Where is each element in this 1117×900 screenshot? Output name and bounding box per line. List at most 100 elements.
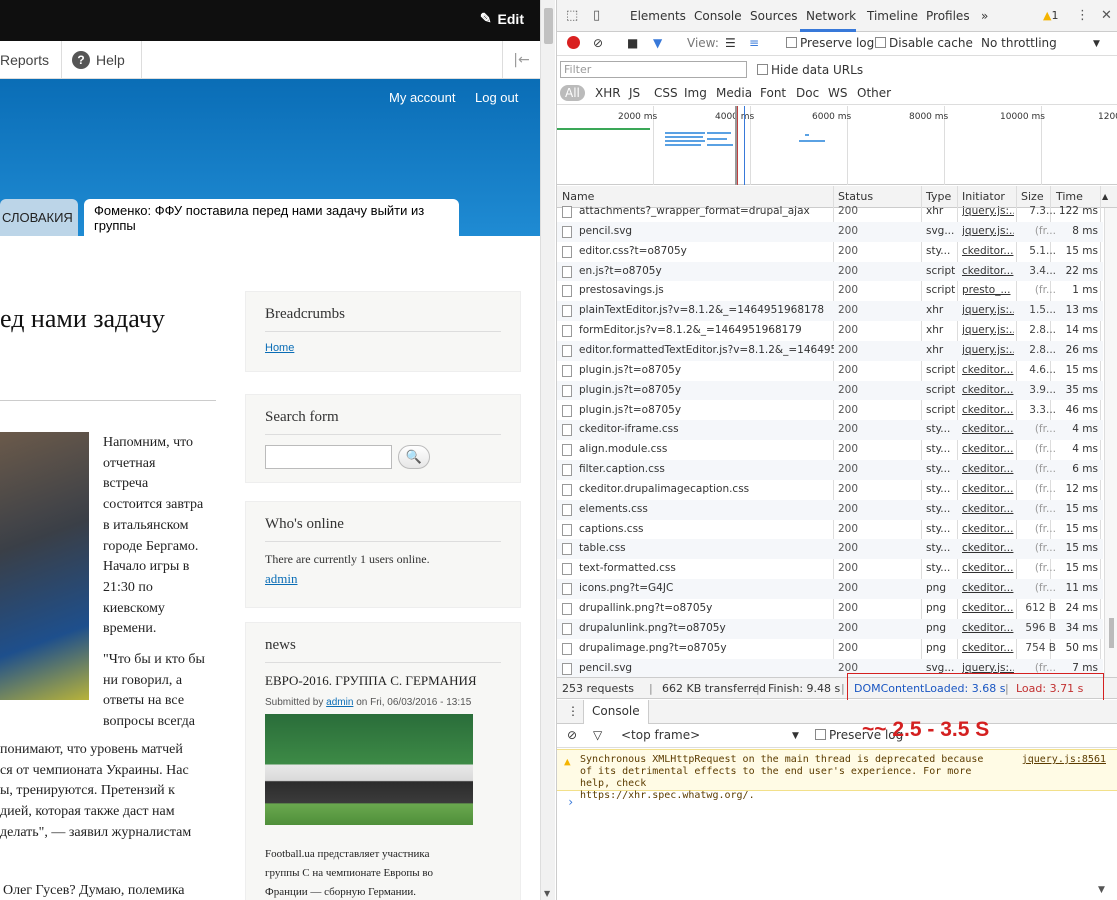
request-initiator[interactable]: jquery.js:...	[962, 344, 1014, 356]
table-row[interactable]: ckeditor-iframe.css 200 sty... ckeditor... (…	[557, 420, 1103, 441]
table-row[interactable]: plugin.js?t=o8705y 200 script ckeditor... 3.…	[557, 380, 1103, 401]
request-initiator[interactable]: jquery.js:...	[962, 304, 1014, 316]
scroll-down-arrow-icon[interactable]: ▼	[1098, 885, 1105, 895]
search-button[interactable]: 🔍	[398, 445, 430, 469]
breadcrumb-home-link[interactable]: Home	[265, 342, 294, 354]
console-filter-icon[interactable]: ▽	[593, 728, 602, 742]
warning-source-link[interactable]: jquery.js:8561	[1022, 754, 1106, 766]
table-row[interactable]: captions.css 200 sty... ckeditor... (fr... 15…	[557, 520, 1103, 540]
request-initiator[interactable]: jquery.js:...	[962, 324, 1014, 336]
scroll-down-arrow-icon[interactable]: ▼	[544, 889, 550, 898]
table-row[interactable]: table.css 200 sty... ckeditor... (fr... 15 ms	[557, 539, 1103, 560]
type-filter-other[interactable]: Other	[857, 86, 891, 100]
request-initiator[interactable]: presto_...	[962, 284, 1014, 296]
chevron-down-icon[interactable]: ▼	[1093, 39, 1100, 49]
tab-sources[interactable]: Sources	[750, 9, 797, 23]
clear-console-icon[interactable]: ⊘	[567, 728, 577, 742]
request-initiator[interactable]: ckeditor...	[962, 582, 1014, 594]
request-initiator[interactable]: ckeditor...	[962, 562, 1014, 574]
type-filter-all[interactable]: All	[560, 85, 585, 101]
request-initiator[interactable]: ckeditor...	[962, 265, 1014, 277]
record-icon[interactable]	[567, 36, 580, 49]
hide-data-urls-checkbox[interactable]	[757, 64, 768, 75]
type-filter-ws[interactable]: WS	[828, 86, 847, 100]
request-initiator[interactable]: jquery.js:...	[962, 225, 1014, 237]
drawer-tab-console[interactable]: Console	[583, 700, 649, 724]
type-filter-js[interactable]: JS	[629, 86, 640, 100]
preserve-log-checkbox[interactable]	[786, 37, 797, 48]
table-row[interactable]: pencil.svg 200 svg... jquery.js:... (fr... 8 …	[557, 221, 1103, 242]
network-overview[interactable]: 2000 ms 4000 ms 6000 ms 8000 ms 10000 ms…	[557, 106, 1117, 185]
table-row[interactable]: align.module.css 200 sty... ckeditor... (fr.…	[557, 440, 1103, 460]
type-filter-xhr[interactable]: XHR	[595, 86, 621, 100]
table-row[interactable]: drupalunlink.png?t=o8705y 200 png ckeditor.…	[557, 618, 1103, 639]
type-filter-css[interactable]: CSS	[654, 86, 678, 100]
tab-active-article[interactable]: Фоменко: ФФУ поставила перед нами задачу…	[84, 199, 459, 236]
overview-icon[interactable]: ≡	[749, 36, 759, 50]
scroll-thumb[interactable]	[544, 8, 553, 44]
request-initiator[interactable]: ckeditor...	[962, 523, 1014, 535]
table-row[interactable]: drupallink.png?t=o8705y 200 png ckeditor...…	[557, 599, 1103, 619]
console-preserve-log-checkbox[interactable]	[815, 729, 826, 740]
tab-network[interactable]: Network	[806, 9, 856, 23]
request-initiator[interactable]: ckeditor...	[962, 483, 1014, 495]
page-scrollbar[interactable]: ▼	[540, 0, 555, 900]
type-filter-doc[interactable]: Doc	[796, 86, 819, 100]
table-scrollbar[interactable]	[1104, 208, 1117, 677]
table-row[interactable]: formEditor.js?v=8.1.2&_=1464951968179 200…	[557, 321, 1103, 341]
warning-counter[interactable]: ▲1	[1043, 9, 1058, 22]
large-rows-icon[interactable]: ☰	[725, 36, 736, 50]
device-mode-icon[interactable]: ▯	[593, 8, 600, 23]
filter-icon[interactable]: ▼	[653, 36, 662, 50]
filter-input[interactable]: Filter	[560, 61, 747, 78]
console-prompt[interactable]: ›	[567, 795, 574, 809]
table-row[interactable]: ckeditor.drupalimagecaption.css 200 sty...…	[557, 480, 1103, 500]
request-initiator[interactable]: jquery.js:...	[962, 662, 1014, 674]
tab-console[interactable]: Console	[694, 9, 742, 23]
table-row[interactable]: editor.css?t=o8705y 200 sty... ckeditor... 5…	[557, 242, 1103, 262]
request-initiator[interactable]: ckeditor...	[962, 443, 1014, 455]
table-row[interactable]: editor.formattedTextEditor.js?v=8.1.2&_=…	[557, 340, 1103, 361]
capture-screenshots-icon[interactable]: ■	[627, 36, 638, 50]
request-initiator[interactable]: ckeditor...	[962, 463, 1014, 475]
tab-elements[interactable]: Elements	[630, 9, 686, 23]
type-filter-img[interactable]: Img	[684, 86, 707, 100]
context-select[interactable]: <top frame>	[621, 728, 700, 742]
table-row[interactable]: plainTextEditor.js?v=8.1.2&_=14649519681…	[557, 301, 1103, 322]
request-initiator[interactable]: ckeditor...	[962, 245, 1014, 257]
news-photo[interactable]	[265, 714, 473, 825]
type-filter-font[interactable]: Font	[760, 86, 786, 100]
tab-profiles[interactable]: Profiles	[926, 9, 970, 23]
request-initiator[interactable]: ckeditor...	[962, 384, 1014, 396]
table-row[interactable]: icons.png?t=G4JC 200 png ckeditor... (fr... 1…	[557, 579, 1103, 599]
request-initiator[interactable]: jquery.js:...	[962, 205, 1014, 217]
chevron-down-icon[interactable]: ▼	[792, 731, 799, 741]
table-row[interactable]: elements.css 200 sty... ckeditor... (fr... 15…	[557, 499, 1103, 520]
throttling-select[interactable]: No throttling	[981, 36, 1057, 50]
edit-button[interactable]: ✎ Edit	[480, 10, 524, 27]
scroll-thumb[interactable]	[1109, 618, 1114, 648]
type-filter-media[interactable]: Media	[716, 86, 752, 100]
request-initiator[interactable]: ckeditor...	[962, 622, 1014, 634]
request-initiator[interactable]: ckeditor...	[962, 542, 1014, 554]
table-row[interactable]: plugin.js?t=o8705y 200 script ckeditor... 3.…	[557, 401, 1103, 421]
table-row[interactable]: drupalimage.png?t=o8705y 200 png ckeditor..…	[557, 639, 1103, 659]
request-initiator[interactable]: ckeditor...	[962, 642, 1014, 654]
search-input[interactable]	[265, 445, 392, 469]
request-initiator[interactable]: ckeditor...	[962, 602, 1014, 614]
table-row[interactable]: filter.caption.css 200 sty... ckeditor... (f…	[557, 460, 1103, 480]
close-icon[interactable]: ✕	[1101, 8, 1112, 23]
news-item-title[interactable]: ЕВРО-2016. ГРУППА С. ГЕРМАНИЯ	[265, 673, 501, 689]
table-row[interactable]: attachments?_wrapper_format=drupal_ajax 2…	[557, 202, 1103, 222]
tray-item-help[interactable]: ? Help	[60, 41, 142, 79]
table-row[interactable]: text-formatted.css 200 sty... ckeditor... (f…	[557, 559, 1103, 579]
tab-timeline[interactable]: Timeline	[867, 9, 918, 23]
online-user-link[interactable]: admin	[265, 571, 501, 587]
settings-icon[interactable]: ⋮	[1076, 8, 1089, 23]
inspect-icon[interactable]: ⬚	[566, 8, 578, 23]
table-row[interactable]: plugin.js?t=o8705y 200 script ckeditor... 4.…	[557, 361, 1103, 381]
tray-item-reports[interactable]: Reports	[0, 41, 63, 79]
table-row[interactable]: prestosavings.js 200 script presto_... (fr..…	[557, 281, 1103, 301]
drawer-menu-icon[interactable]: ⋮	[567, 704, 579, 718]
request-initiator[interactable]: ckeditor...	[962, 404, 1014, 416]
